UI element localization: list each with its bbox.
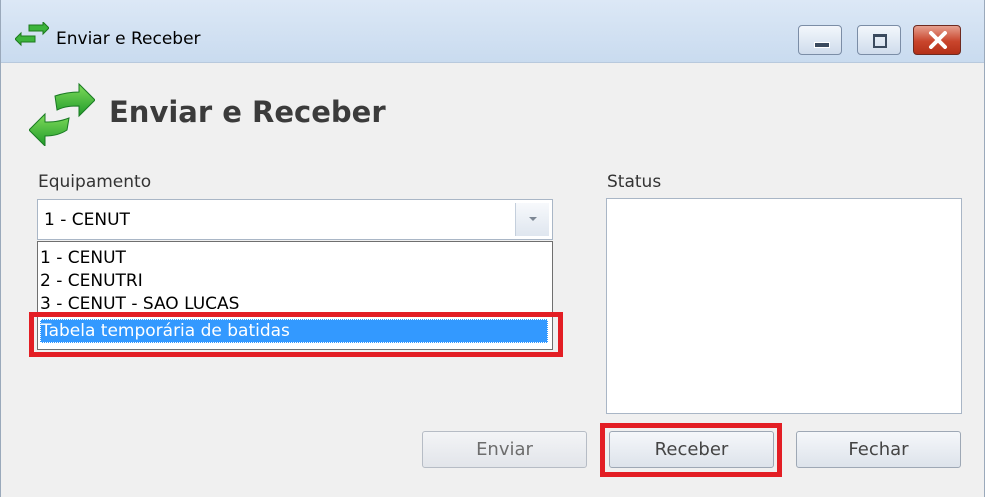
page-title: Enviar e Receber [109,95,386,129]
minimize-button[interactable] [798,25,842,55]
close-button[interactable] [913,25,961,55]
fechar-button[interactable]: Fechar [796,431,961,468]
equipamento-select[interactable]: 1 - CENUT [37,199,553,240]
dropdown-option[interactable]: 2 - CENUTRI [40,271,143,291]
status-textarea[interactable] [606,198,962,414]
maximize-icon [873,34,887,48]
status-label: Status [607,172,662,192]
dropdown-option[interactable]: 1 - CENUT [40,248,126,268]
dropdown-button[interactable] [515,203,549,236]
send-receive-arrows-icon [28,82,96,150]
chevron-down-icon [529,217,537,221]
title-bar[interactable]: Enviar e Receber [1,0,984,63]
dropdown-option[interactable]: 3 - CENUT - SAO LUCAS [40,294,239,314]
maximize-button[interactable] [857,25,901,55]
annotation-highlight-box [29,312,563,357]
annotation-highlight-box [600,423,782,477]
equipamento-label: Equipamento [38,172,152,192]
dialog-window: Enviar e Receber Enviar e Receber Equipa… [0,0,985,497]
enviar-button[interactable]: Enviar [422,431,587,468]
close-icon [928,31,948,53]
equipamento-selected-value: 1 - CENUT [44,210,130,230]
window-title: Enviar e Receber [56,29,201,49]
send-receive-arrows-icon [14,20,50,52]
minimize-icon [814,42,830,48]
